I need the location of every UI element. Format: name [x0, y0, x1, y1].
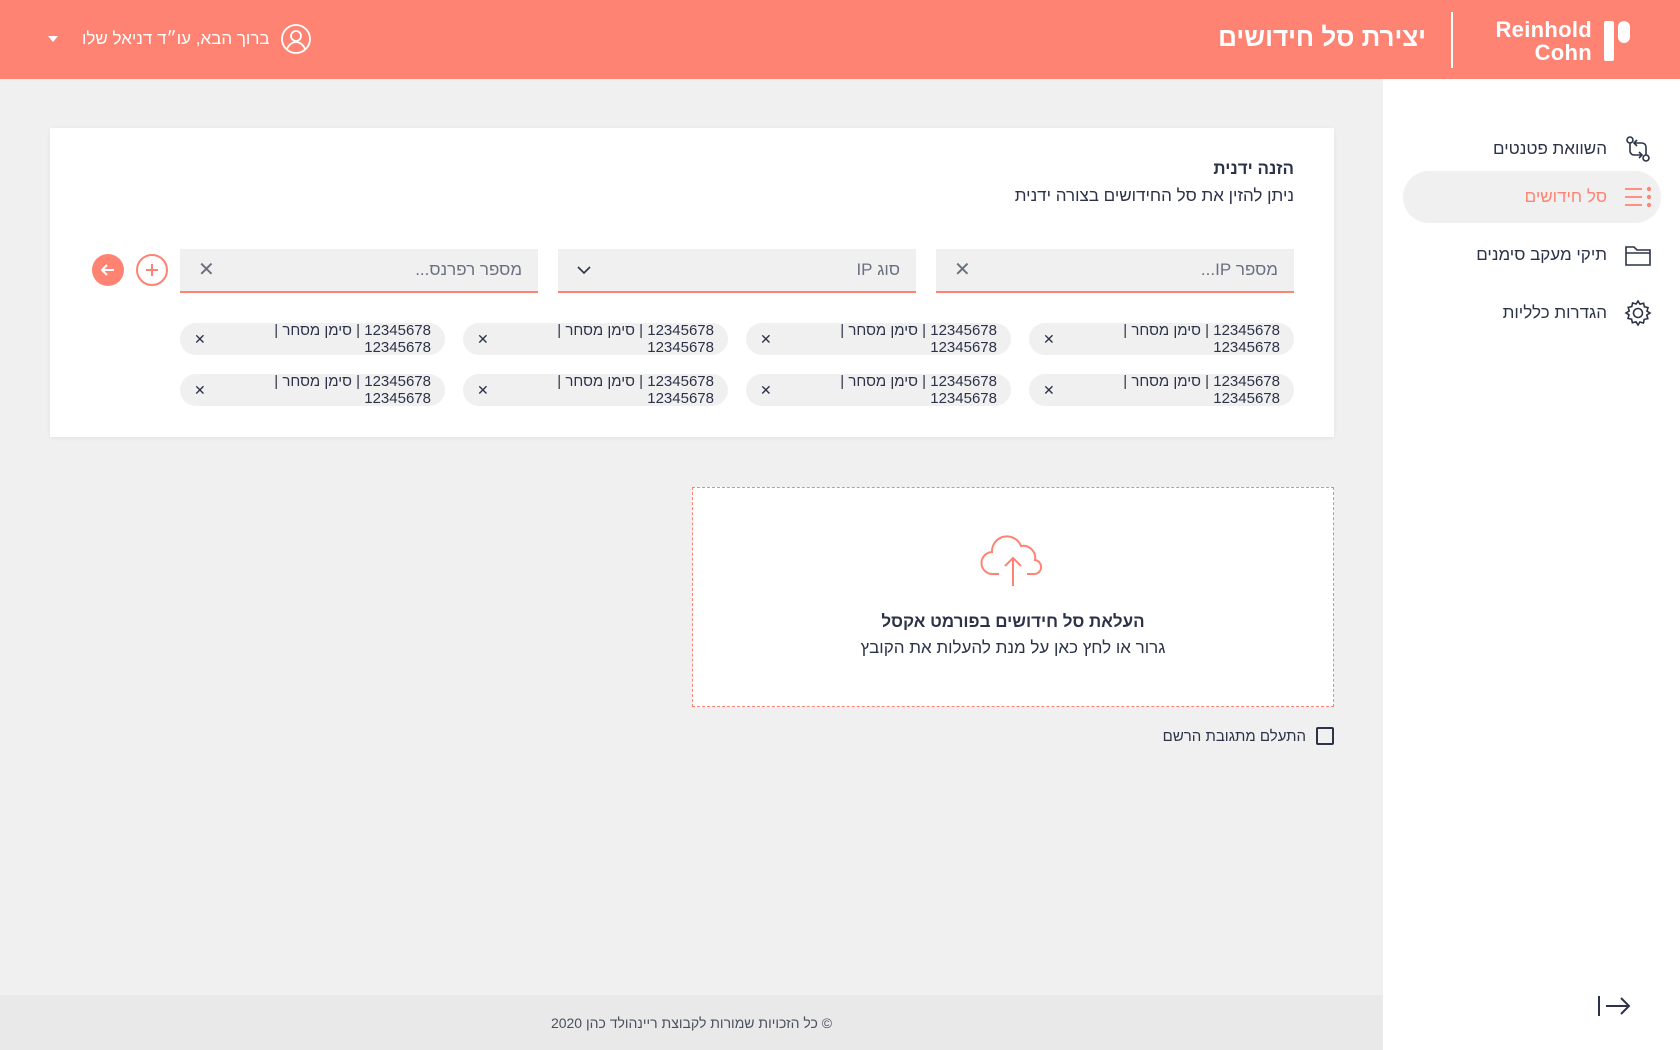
remove-chip-icon[interactable]: ✕ [1043, 331, 1055, 348]
manual-entry-title: הזנה ידנית [1213, 159, 1294, 178]
upload-title: העלאת סל חידושים בפורמט אקסל [881, 612, 1145, 631]
remove-chip-icon[interactable]: ✕ [194, 331, 206, 348]
sidebar-item-trademark-files[interactable]: תיקי מעקב סימנים [1403, 229, 1661, 281]
footer: © כל הזכויות שמורות לקבוצת ריינהולד כהן … [0, 995, 1383, 1050]
top-header: ברוך הבא, עו״ד דניאל שלו יצירת סל חידושי… [0, 0, 1680, 79]
user-avatar-icon[interactable] [280, 23, 312, 55]
user-greeting: ברוך הבא, עו״ד דניאל שלו [82, 29, 270, 48]
sidebar-item-label: תיקי מעקב סימנים [1476, 245, 1607, 264]
remove-chip-icon[interactable]: ✕ [194, 382, 206, 399]
compare-icon [1623, 134, 1653, 164]
reference-number-field[interactable]: ✕ [180, 249, 538, 293]
ignore-registrar-response-option[interactable]: התעלם מתגובת הרשם [1163, 727, 1334, 745]
manual-entry-card: הזנה ידנית ניתן להזין את סל החידושים בצו… [50, 128, 1334, 437]
ip-chip[interactable]: ✕ 12345678 | סימן מסחר | 12345678 [180, 322, 445, 356]
logo-line-2: Cohn [1534, 40, 1592, 65]
brand-logo[interactable]: Reinhold Cohn [1478, 18, 1630, 64]
remove-chip-icon[interactable]: ✕ [477, 331, 489, 348]
ip-chip[interactable]: ✕ 12345678 | סימן מסחר | 12345678 [746, 373, 1011, 407]
sidebar: השוואת פטנטים סל חידושים תיקי מעקב סימני… [1383, 79, 1680, 1050]
arrow-left-icon [100, 264, 114, 276]
ip-chip[interactable]: ✕ 12345678 | סימן מסחר | 12345678 [463, 322, 728, 356]
checkbox-label: התעלם מתגובת הרשם [1162, 727, 1306, 745]
list-icon [1623, 182, 1653, 212]
chip-label: 12345678 | סימן מסחר | 12345678 [557, 322, 714, 356]
ip-type-select[interactable]: סוג IP [558, 249, 916, 293]
clear-icon[interactable]: ✕ [198, 260, 215, 280]
folder-icon [1623, 240, 1653, 270]
chevron-down-icon[interactable] [48, 36, 58, 42]
upload-subtitle: גרור או לחץ כאן על מנת להעלות את הקובץ [860, 638, 1166, 657]
ip-number-input[interactable] [998, 260, 1278, 280]
excel-upload-dropzone[interactable]: העלאת סל חידושים בפורמט אקסל גרור או לחץ… [692, 487, 1334, 707]
logo-mark-icon [1602, 19, 1630, 63]
ip-chip[interactable]: ✕ 12345678 | סימן מסחר | 12345678 [180, 373, 445, 407]
header-divider [1451, 12, 1453, 68]
gear-icon [1623, 298, 1653, 328]
user-menu[interactable]: ברוך הבא, עו״ד דניאל שלו [48, 20, 312, 58]
remove-chip-icon[interactable]: ✕ [760, 331, 772, 348]
page-title: יצירת סל חידושים [1218, 22, 1426, 52]
sidebar-item-patent-compare[interactable]: השוואת פטנטים [1403, 123, 1661, 175]
add-button[interactable] [136, 254, 168, 286]
sidebar-item-general-settings[interactable]: הגדרות כלליות [1403, 287, 1661, 339]
logout-icon[interactable] [1596, 992, 1632, 1020]
chip-label: 12345678 | סימן מסחר | 12345678 [557, 373, 714, 407]
cloud-upload-icon [980, 535, 1043, 586]
submit-arrow-button[interactable] [92, 254, 124, 286]
sidebar-item-innovation-basket[interactable]: סל חידושים [1403, 171, 1661, 223]
ip-chip[interactable]: ✕ 12345678 | סימן מסחר | 12345678 [463, 373, 728, 407]
logo-text: Reinhold Cohn [1495, 18, 1592, 64]
ip-chip[interactable]: ✕ 12345678 | סימן מסחר | 12345678 [746, 322, 1011, 356]
sidebar-item-label: הגדרות כלליות [1502, 303, 1607, 322]
remove-chip-icon[interactable]: ✕ [1043, 382, 1055, 399]
remove-chip-icon[interactable]: ✕ [477, 382, 489, 399]
chip-label: 12345678 | סימן מסחר | 12345678 [274, 373, 431, 407]
chip-label: 12345678 | סימן מסחר | 12345678 [274, 322, 431, 356]
reference-number-input[interactable] [242, 260, 522, 280]
ip-number-field[interactable]: ✕ [936, 249, 1294, 293]
chip-label: 12345678 | סימן מסחר | 12345678 [840, 373, 997, 407]
sidebar-item-label: סל חידושים [1524, 187, 1607, 206]
chip-label: 12345678 | סימן מסחר | 12345678 [1123, 322, 1280, 356]
manual-entry-subtitle: ניתן להזין את סל החידושים בצורה ידנית [1014, 186, 1294, 205]
ignore-registrar-checkbox[interactable] [1316, 727, 1334, 745]
chip-label: 12345678 | סימן מסחר | 12345678 [1123, 373, 1280, 407]
chevron-down-icon[interactable] [576, 265, 592, 275]
clear-icon[interactable]: ✕ [954, 260, 971, 280]
remove-chip-icon[interactable]: ✕ [760, 382, 772, 399]
ip-type-placeholder: סוג IP [856, 260, 900, 279]
logo-line-1: Reinhold [1495, 17, 1592, 42]
ip-chip[interactable]: ✕ 12345678 | סימן מסחר | 12345678 [1029, 322, 1294, 356]
ip-chip[interactable]: ✕ 12345678 | סימן מסחר | 12345678 [1029, 373, 1294, 407]
copyright-text: © כל הזכויות שמורות לקבוצת ריינהולד כהן … [550, 1014, 833, 1031]
plus-icon [146, 264, 158, 276]
sidebar-item-label: השוואת פטנטים [1493, 139, 1607, 158]
chip-label: 12345678 | סימן מסחר | 12345678 [840, 322, 997, 356]
